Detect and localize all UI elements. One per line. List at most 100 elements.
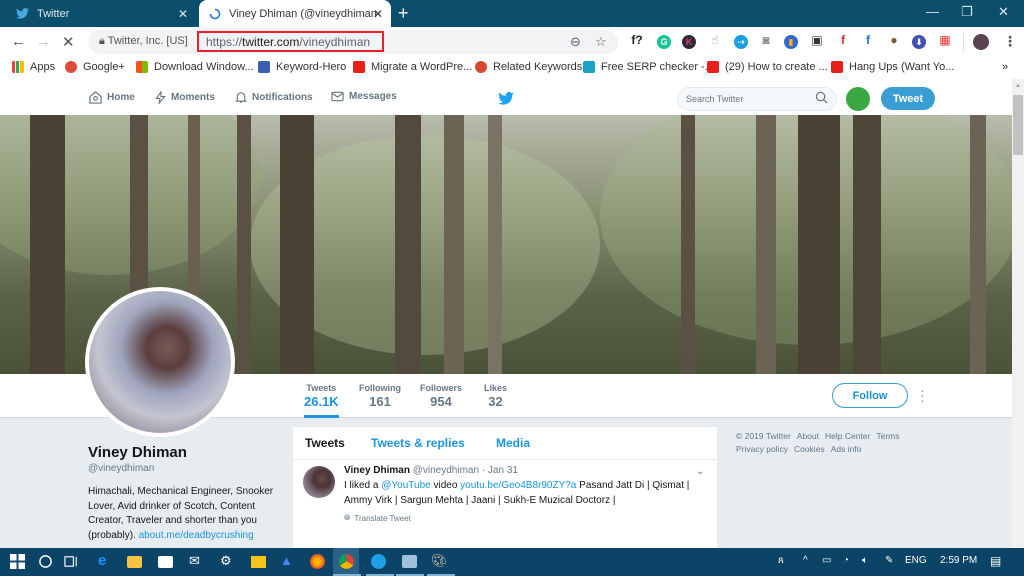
url-text[interactable]: https://twitter.com/vineydhiman: [197, 31, 384, 52]
timeline-tab-tweets-replies[interactable]: Tweets & replies: [371, 436, 465, 450]
account-menu-avatar[interactable]: [846, 87, 870, 111]
battery-icon[interactable]: ▭: [822, 555, 831, 566]
bookmark-item[interactable]: Related Keywords: [475, 61, 582, 73]
profile-name[interactable]: Viney Dhiman: [88, 444, 187, 461]
minimize-button[interactable]: —: [926, 4, 939, 19]
notepad-icon[interactable]: [402, 555, 417, 568]
bookmarks-overflow-button[interactable]: »: [1002, 61, 1008, 73]
bio-link[interactable]: about.me/deadbycrushing: [139, 530, 254, 541]
forward-button[interactable]: →: [36, 33, 51, 50]
pip-icon[interactable]: ▣: [810, 33, 824, 47]
browser-menu-icon[interactable]: ⋮: [1003, 33, 1017, 50]
search-input[interactable]: [677, 87, 837, 111]
footer-link[interactable]: Ads info: [831, 444, 862, 454]
people-icon[interactable]: ጸ: [778, 555, 784, 566]
formula-ext-icon[interactable]: f?: [630, 33, 644, 47]
lighthouse-icon[interactable]: ▮: [784, 35, 798, 49]
profile-avatar[interactable]: [85, 287, 235, 437]
action-center-icon[interactable]: ▤: [990, 554, 1001, 568]
nav-notifications[interactable]: Notifications: [235, 91, 313, 104]
secure-site-indicator[interactable]: 🔒︎ Twitter, Inc. [US]: [99, 35, 188, 48]
facebook-red-icon[interactable]: f: [836, 33, 850, 47]
address-bar[interactable]: 🔒︎ Twitter, Inc. [US] https://twitter.co…: [88, 30, 618, 54]
store-icon[interactable]: [158, 556, 173, 568]
bookmark-star-icon[interactable]: ☆: [595, 34, 607, 50]
cookie-icon[interactable]: ●: [887, 33, 901, 47]
tweet-url-link[interactable]: youtu.be/Geo4B8r90ZY?a: [460, 480, 576, 491]
grammarly-icon[interactable]: G: [657, 35, 671, 49]
sticky-notes-icon[interactable]: [251, 556, 266, 568]
clock[interactable]: 2:59 PM: [940, 555, 977, 566]
share-ext-icon[interactable]: ⇢: [734, 35, 748, 49]
camera-icon[interactable]: ◙: [759, 33, 773, 47]
footer-link[interactable]: Terms: [876, 431, 899, 441]
bookmark-item[interactable]: Apps: [12, 61, 55, 73]
profile-avatar-icon[interactable]: [973, 34, 989, 50]
footer-link[interactable]: Privacy policy: [736, 444, 788, 454]
tweet-item[interactable]: Viney Dhiman @vineydhiman · Jan 31 ⌄ I l…: [293, 461, 717, 548]
stat-following[interactable]: Following 161: [359, 383, 401, 409]
firefox-icon[interactable]: [310, 554, 325, 569]
nav-moments[interactable]: Moments: [155, 91, 215, 104]
timeline-tab-media[interactable]: Media: [496, 436, 530, 450]
show-hidden-icons-chevron-icon[interactable]: ^: [803, 555, 808, 566]
zoom-out-icon[interactable]: ⊖: [570, 34, 581, 50]
bookmark-item[interactable]: Free SERP checker -...: [583, 61, 714, 73]
more-options-icon[interactable]: · · ·: [920, 383, 926, 407]
file-explorer-icon[interactable]: [127, 556, 142, 568]
maximize-button[interactable]: ❐: [961, 4, 973, 20]
bookmark-item[interactable]: Migrate a WordPre...: [353, 61, 472, 73]
footer-link[interactable]: Help Center: [825, 431, 870, 441]
volume-icon[interactable]: 🔈︎: [862, 555, 868, 566]
chrome-icon[interactable]: [339, 554, 354, 569]
twitter-logo-icon[interactable]: [498, 92, 514, 105]
search-icon[interactable]: [815, 91, 828, 104]
paint-icon[interactable]: 🎨︎: [431, 553, 448, 568]
new-tab-button[interactable]: +: [398, 3, 409, 24]
tab-twitter[interactable]: Twitter ✕: [0, 0, 196, 27]
footer-link[interactable]: Cookies: [794, 444, 825, 454]
footer-link[interactable]: About: [797, 431, 819, 441]
close-tab-icon[interactable]: ✕: [178, 7, 188, 21]
follow-button[interactable]: Follow: [832, 383, 908, 408]
facebook-blue-icon[interactable]: f: [861, 33, 875, 47]
page-scrollbar[interactable]: ▲: [1012, 79, 1024, 548]
nav-home[interactable]: Home: [89, 91, 135, 104]
close-tab-icon[interactable]: ✕: [373, 7, 383, 21]
edge-browser-icon[interactable]: e: [98, 552, 113, 569]
download-ext-icon[interactable]: ⬇: [912, 35, 926, 49]
tweet-timestamp[interactable]: · Jan 31: [482, 465, 518, 476]
hand-ext-icon[interactable]: ☝: [708, 33, 722, 47]
close-window-button[interactable]: ✕: [998, 4, 1009, 20]
back-button[interactable]: ←: [11, 33, 26, 50]
tweet-author-name[interactable]: Viney Dhiman: [344, 465, 410, 476]
tweet-mention-link[interactable]: @YouTube: [381, 480, 430, 491]
bookmark-item[interactable]: (29) How to create ...: [707, 61, 828, 73]
nav-messages[interactable]: Messages: [331, 91, 397, 102]
stat-tweets[interactable]: Tweets 26.1K: [304, 383, 339, 418]
profile-handle[interactable]: @vineydhiman: [88, 463, 154, 474]
bookmark-item[interactable]: Google+: [65, 61, 125, 73]
stat-followers[interactable]: Followers 954: [420, 383, 462, 409]
google-ads-icon[interactable]: ▲: [280, 553, 295, 568]
language-indicator[interactable]: ENG: [905, 555, 927, 566]
bookmark-item[interactable]: Download Window...: [136, 61, 254, 73]
translate-tweet-link[interactable]: 🌐︎ Translate Tweet: [344, 513, 411, 523]
scroll-up-arrow-icon[interactable]: ▲: [1015, 83, 1021, 89]
settings-gear-icon[interactable]: ⚙: [220, 553, 235, 568]
red-ext-icon[interactable]: ▦: [938, 33, 952, 47]
mail-icon[interactable]: ✉: [189, 553, 204, 568]
windows-start-icon[interactable]: [10, 554, 25, 569]
stop-loading-button[interactable]: ✕: [62, 33, 75, 51]
task-view-icon[interactable]: [64, 554, 79, 569]
stat-likes[interactable]: Likes 32: [484, 383, 507, 409]
wifi-icon[interactable]: ◔: [843, 555, 849, 566]
tweet-options-chevron-icon[interactable]: ⌄: [696, 466, 704, 477]
bookmark-item[interactable]: Hang Ups (Want Yo...: [831, 61, 954, 73]
scrollbar-thumb[interactable]: [1013, 95, 1023, 155]
k-ext-icon[interactable]: K: [682, 35, 696, 49]
tab-viney-dhiman[interactable]: Viney Dhiman (@vineydhiman) | Twitter ✕: [199, 0, 391, 27]
safari-like-icon[interactable]: [371, 554, 386, 569]
tweet-button[interactable]: Tweet: [881, 87, 935, 110]
pen-icon[interactable]: ✎: [885, 555, 893, 566]
